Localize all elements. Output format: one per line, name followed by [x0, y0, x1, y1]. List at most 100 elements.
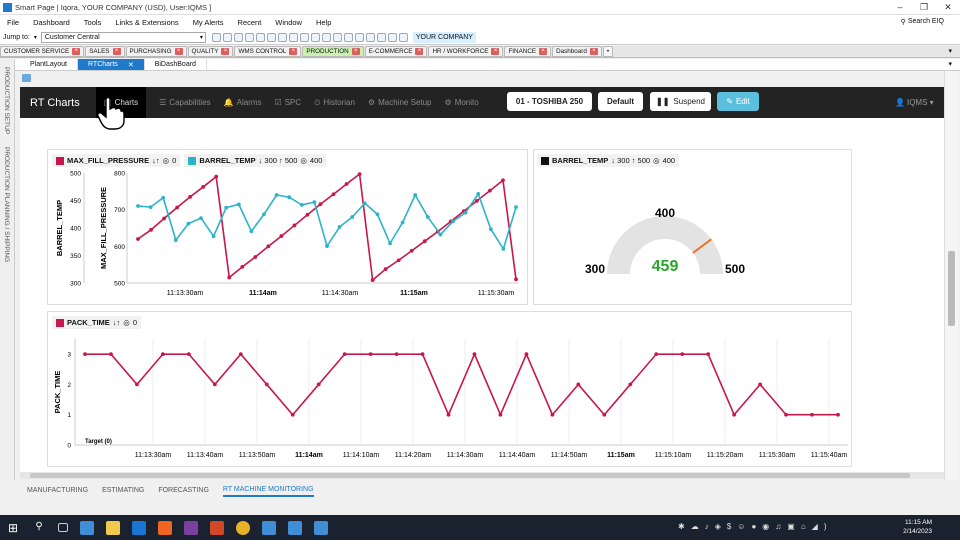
- menu-dashboard[interactable]: Dashboard: [26, 18, 77, 27]
- nav-monitor[interactable]: ⚙ Monito: [445, 98, 479, 107]
- file-explorer-icon[interactable]: [106, 520, 120, 535]
- document-icon[interactable]: [244, 32, 254, 42]
- bottom-tab-estimating[interactable]: ESTIMATING: [102, 483, 144, 497]
- iqms-app-icon[interactable]: [262, 520, 276, 535]
- close-icon[interactable]: ×: [221, 48, 230, 55]
- onenote-icon[interactable]: [184, 520, 198, 535]
- module-tab[interactable]: FINANCE ×: [504, 46, 552, 57]
- edit-button[interactable]: ✎ Edit: [717, 92, 759, 111]
- mail-icon[interactable]: [288, 32, 298, 42]
- scroll-thumb[interactable]: [948, 251, 955, 326]
- menu-tools[interactable]: Tools: [77, 18, 109, 27]
- machine-select-button[interactable]: 01 - TOSHIBA 250: [507, 92, 592, 111]
- module-tab[interactable]: E-COMMERCE ×: [364, 46, 428, 57]
- close-icon[interactable]: ×: [539, 48, 548, 55]
- sidebar-item-production-setup[interactable]: PRODUCTION SETUP: [3, 67, 10, 134]
- suspend-button[interactable]: ❚❚ Suspend: [650, 92, 711, 111]
- module-tab[interactable]: PURCHASING ×: [125, 46, 187, 57]
- close-icon[interactable]: ×: [589, 48, 598, 55]
- outlook-icon[interactable]: [132, 520, 146, 535]
- menu-window[interactable]: Window: [268, 18, 309, 27]
- calendar-icon[interactable]: [266, 32, 276, 42]
- tab-rtcharts[interactable]: RTCharts ✕: [77, 59, 145, 70]
- close-icon[interactable]: ×: [351, 48, 360, 55]
- nav-spc[interactable]: ☑ SPC: [275, 98, 302, 107]
- home-icon[interactable]: [222, 32, 232, 42]
- add-module-button[interactable]: •: [602, 46, 614, 57]
- search-icon[interactable]: ⚲: [32, 521, 46, 535]
- default-button[interactable]: Default: [598, 92, 643, 111]
- module-tab[interactable]: SALES ×: [85, 46, 125, 57]
- brave-browser-icon[interactable]: [158, 520, 172, 535]
- system-tray-icons[interactable]: ✱☁♪◈$☺●◉♫▣⌂◢): [678, 522, 833, 531]
- horizontal-scrollbar[interactable]: [20, 472, 944, 479]
- menu-help[interactable]: Help: [309, 18, 338, 27]
- search-eiq-button[interactable]: ⚲ Search EIQ: [901, 18, 944, 26]
- user-menu[interactable]: 👤 IQMS ▾: [895, 98, 934, 107]
- iqms-app-icon[interactable]: [288, 520, 302, 535]
- app-brand[interactable]: RT Charts: [30, 97, 96, 109]
- legend-item[interactable]: PACK_TIME ↓↑ ◎ 0: [52, 316, 141, 329]
- tab-bidashboard[interactable]: BiDashBoard: [145, 59, 207, 70]
- nav-capabilities[interactable]: ☰ Capabilities: [159, 98, 211, 107]
- settings-icon[interactable]: [277, 32, 287, 42]
- help-icon[interactable]: [365, 32, 375, 42]
- user-icon[interactable]: [376, 32, 386, 42]
- minimize-button[interactable]: –: [888, 0, 912, 15]
- bottom-tab-rt-machine-monitoring[interactable]: RT MACHINE MONITORING: [222, 483, 314, 497]
- print-icon[interactable]: [332, 32, 342, 42]
- module-tab[interactable]: Dashboard ×: [552, 46, 602, 57]
- exit-icon[interactable]: [398, 32, 408, 42]
- close-button[interactable]: ✕: [936, 0, 960, 15]
- jump-to-select[interactable]: Customer Central ▾: [40, 31, 206, 43]
- close-icon[interactable]: ×: [174, 48, 183, 55]
- camera-icon[interactable]: [354, 32, 364, 42]
- menu-recent[interactable]: Recent: [231, 18, 269, 27]
- legend-item[interactable]: BARREL_TEMP ↓ 300 ↑ 500 ◎ 400: [537, 154, 680, 167]
- module-tab[interactable]: PRODUCTION ×: [302, 46, 364, 57]
- close-icon[interactable]: ✕: [128, 61, 134, 69]
- module-tab[interactable]: QUALITY ×: [187, 46, 234, 57]
- sidebar-item-production-planning[interactable]: PRODUCTION PLANNING / SHIPPING: [3, 147, 10, 262]
- folder-icon[interactable]: [233, 32, 243, 42]
- iqms-app-icon[interactable]: [80, 520, 94, 535]
- menu-alerts[interactable]: My Alerts: [186, 18, 231, 27]
- windows-start-icon[interactable]: ⊞: [6, 521, 20, 535]
- chat-icon[interactable]: [310, 32, 320, 42]
- link-icon[interactable]: [343, 32, 353, 42]
- close-icon[interactable]: ×: [72, 48, 81, 55]
- bottom-tab-forecasting[interactable]: FORECASTING: [158, 483, 209, 497]
- chrome-icon[interactable]: [236, 520, 250, 535]
- globe-icon[interactable]: [321, 32, 331, 42]
- iqms-app-icon[interactable]: [314, 520, 328, 535]
- menu-file[interactable]: File: [0, 18, 26, 27]
- module-tab[interactable]: CUSTOMER SERVICE ×: [0, 46, 85, 57]
- powerpoint-icon[interactable]: [210, 520, 224, 535]
- module-tab[interactable]: HR / WORKFORCE ×: [428, 46, 504, 57]
- close-icon[interactable]: ×: [289, 48, 298, 55]
- close-icon[interactable]: ×: [112, 48, 121, 55]
- calculator-icon[interactable]: [255, 32, 265, 42]
- scroll-thumb[interactable]: [30, 473, 910, 478]
- close-icon[interactable]: ×: [491, 48, 500, 55]
- tab-plantlayout[interactable]: PlantLayout: [15, 59, 78, 70]
- restore-button[interactable]: ❐: [912, 0, 936, 15]
- chevron-down-icon[interactable]: ▾: [948, 47, 952, 55]
- jump-dropdown-icon[interactable]: ▾: [34, 34, 37, 41]
- menu-links[interactable]: Links & Extensions: [108, 18, 185, 27]
- legend-item[interactable]: MAX_FILL_PRESSURE ↓↑ ◎ 0: [52, 154, 181, 167]
- nav-alarms[interactable]: 🔔 Alarms: [224, 98, 262, 107]
- company-badge[interactable]: YOUR COMPANY: [412, 31, 476, 43]
- lock-icon[interactable]: [387, 32, 397, 42]
- nav-machine-setup[interactable]: ⚙ Machine Setup: [368, 98, 432, 107]
- refresh-icon[interactable]: [211, 32, 221, 42]
- legend-item[interactable]: BARREL_TEMP ↓ 300 ↑ 500 ◎ 400: [184, 154, 327, 167]
- close-icon[interactable]: ×: [415, 48, 424, 55]
- taskbar-clock[interactable]: 11:15 AM 2/14/2023: [903, 518, 932, 536]
- nav-historian[interactable]: ⏲ Historian: [314, 98, 355, 108]
- task-view-icon[interactable]: [58, 523, 68, 532]
- vertical-scrollbar[interactable]: [944, 71, 958, 480]
- chevron-down-icon[interactable]: ▾: [948, 60, 952, 68]
- chart-icon[interactable]: [299, 32, 309, 42]
- bottom-tab-manufacturing[interactable]: MANUFACTURING: [27, 483, 88, 497]
